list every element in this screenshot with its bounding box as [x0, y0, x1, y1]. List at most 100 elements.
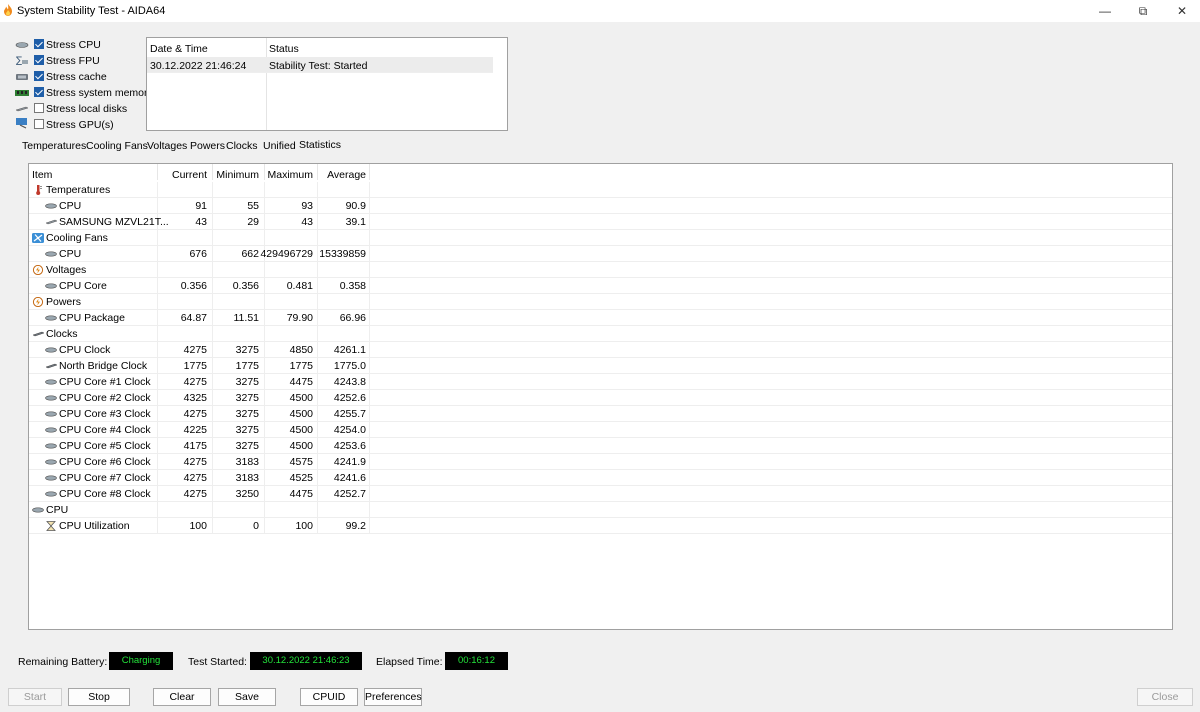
- header-divider: [369, 164, 370, 180]
- column-header-item[interactable]: Item: [32, 169, 52, 181]
- table-row[interactable]: CPU Core #1 Clock 4275 3275 4475 4243.8: [29, 374, 1172, 390]
- tab-statistics[interactable]: Statistics: [299, 139, 341, 151]
- cache-icon: [16, 74, 28, 80]
- tab-powers[interactable]: Powers: [190, 140, 225, 152]
- cell-average: 4255.7: [333, 408, 366, 420]
- table-row[interactable]: CPU 676 662 429496729 15339859: [29, 246, 1172, 262]
- table-group-row[interactable]: Cooling Fans: [29, 230, 1172, 246]
- table-row[interactable]: SAMSUNG MZVL21T... 43 29 43 39.1: [29, 214, 1172, 230]
- column-gridline: [157, 326, 158, 342]
- column-gridline: [212, 502, 213, 518]
- statistics-table: Item Current Minimum Maximum Average Tem…: [28, 163, 1173, 630]
- stress-disks-option[interactable]: Stress local disks: [12, 101, 146, 117]
- log-row[interactable]: 30.12.2022 21:46:24 Stability Test: Star…: [147, 57, 493, 73]
- disk-icon: [45, 217, 58, 227]
- table-row[interactable]: CPU 91 55 93 90.9: [29, 198, 1172, 214]
- log-row-status: Stability Test: Started: [269, 60, 368, 72]
- column-gridline: [157, 294, 158, 310]
- column-gridline: [264, 230, 265, 246]
- column-gridline: [369, 438, 370, 454]
- stress-cache-option[interactable]: Stress cache: [12, 69, 146, 85]
- stress-cache-checkbox[interactable]: [34, 71, 44, 81]
- column-gridline: [369, 294, 370, 310]
- stress-gpu-option[interactable]: Stress GPU(s): [12, 117, 146, 133]
- test-started-label: Test Started:: [188, 656, 247, 668]
- table-row[interactable]: CPU Core #8 Clock 4275 3250 4475 4252.7: [29, 486, 1172, 502]
- tab-clocks[interactable]: Clocks: [226, 140, 258, 152]
- table-group-row[interactable]: Clocks: [29, 326, 1172, 342]
- column-gridline: [369, 230, 370, 246]
- table-row[interactable]: CPU Clock 4275 3275 4850 4261.1: [29, 342, 1172, 358]
- row-label: CPU Utilization: [59, 520, 130, 532]
- close-window-button[interactable]: ✕: [1164, 0, 1200, 22]
- column-gridline: [317, 230, 318, 246]
- column-gridline: [264, 182, 265, 198]
- cell-average: 4241.6: [333, 472, 366, 484]
- column-gridline: [317, 262, 318, 278]
- cpu-chip-icon: [45, 313, 57, 323]
- column-gridline: [369, 278, 370, 294]
- table-row[interactable]: CPU Package 64.87 11.51 79.90 66.96: [29, 310, 1172, 326]
- table-row[interactable]: CPU Core #3 Clock 4275 3275 4500 4255.7: [29, 406, 1172, 422]
- column-gridline: [157, 182, 158, 198]
- stop-button[interactable]: Stop: [68, 688, 130, 706]
- table-row[interactable]: North Bridge Clock 1775 1775 1775 1775.0: [29, 358, 1172, 374]
- fpu-icon: ∑: [16, 56, 28, 65]
- column-gridline: [369, 342, 370, 358]
- window-title: System Stability Test - AIDA64: [17, 5, 166, 17]
- column-gridline: [369, 406, 370, 422]
- cpuid-button[interactable]: CPUID: [300, 688, 358, 706]
- stress-disks-checkbox[interactable]: [34, 103, 44, 113]
- battery-label: Remaining Battery:: [18, 656, 108, 668]
- table-row[interactable]: CPU Core #7 Clock 4275 3183 4525 4241.6: [29, 470, 1172, 486]
- row-label: Powers: [46, 296, 82, 308]
- save-button[interactable]: Save: [218, 688, 276, 706]
- minimize-button[interactable]: —: [1087, 0, 1123, 22]
- stress-cpu-checkbox[interactable]: [34, 39, 44, 49]
- stress-memory-option[interactable]: Stress system memory: [12, 85, 153, 101]
- stress-gpu-checkbox[interactable]: [34, 119, 44, 129]
- cell-average: 4243.8: [333, 376, 366, 388]
- tab-unified[interactable]: Unified: [263, 140, 296, 152]
- stress-fpu-checkbox[interactable]: [34, 55, 44, 65]
- table-group-row[interactable]: Voltages: [29, 262, 1172, 278]
- row-label: Voltages: [46, 264, 87, 276]
- tab-cooling-fans[interactable]: Cooling Fans: [86, 140, 148, 152]
- column-gridline: [264, 262, 265, 278]
- column-header-average[interactable]: Average: [296, 169, 366, 181]
- stress-memory-checkbox[interactable]: [34, 87, 44, 97]
- cpu-chip-icon: [32, 505, 44, 515]
- table-group-row[interactable]: CPU: [29, 502, 1172, 518]
- table-row[interactable]: CPU Core #6 Clock 4275 3183 4575 4241.9: [29, 454, 1172, 470]
- minimize-icon: —: [1099, 4, 1111, 18]
- gpu-icon: [16, 118, 27, 129]
- start-button[interactable]: Start: [8, 688, 62, 706]
- table-row[interactable]: CPU Core #5 Clock 4175 3275 4500 4253.6: [29, 438, 1172, 454]
- hourglass-icon: [45, 521, 57, 531]
- cell-average: 15339859: [319, 248, 366, 260]
- thermometer-icon: [32, 185, 44, 195]
- tab-voltages[interactable]: Voltages: [147, 140, 187, 152]
- stress-fpu-option[interactable]: ∑ Stress FPU: [12, 53, 146, 69]
- table-row[interactable]: CPU Utilization 100 0 100 99.2: [29, 518, 1172, 534]
- stress-options: Stress CPU ∑ Stress FPU Stress cache Str…: [12, 37, 153, 133]
- restore-button[interactable]: ⧉: [1125, 0, 1161, 22]
- close-button[interactable]: Close: [1137, 688, 1193, 706]
- restore-icon: ⧉: [1138, 4, 1148, 18]
- table-row[interactable]: CPU Core #2 Clock 4325 3275 4500 4252.6: [29, 390, 1172, 406]
- table-row[interactable]: CPU Core #4 Clock 4225 3275 4500 4254.0: [29, 422, 1172, 438]
- clear-button[interactable]: Clear: [153, 688, 211, 706]
- row-label: CPU: [59, 248, 82, 260]
- table-group-row[interactable]: Temperatures: [29, 182, 1172, 198]
- stress-cpu-option[interactable]: Stress CPU: [12, 37, 146, 53]
- preferences-button[interactable]: Preferences: [364, 688, 422, 706]
- column-gridline: [369, 182, 370, 198]
- row-label: Clocks: [46, 328, 78, 340]
- column-gridline: [212, 326, 213, 342]
- table-group-row[interactable]: Powers: [29, 294, 1172, 310]
- tab-temperatures[interactable]: Temperatures: [22, 140, 86, 152]
- column-gridline: [369, 198, 370, 214]
- stress-disks-label: Stress local disks: [46, 103, 128, 115]
- power-icon: [32, 296, 44, 308]
- table-row[interactable]: CPU Core 0.356 0.356 0.481 0.358: [29, 278, 1172, 294]
